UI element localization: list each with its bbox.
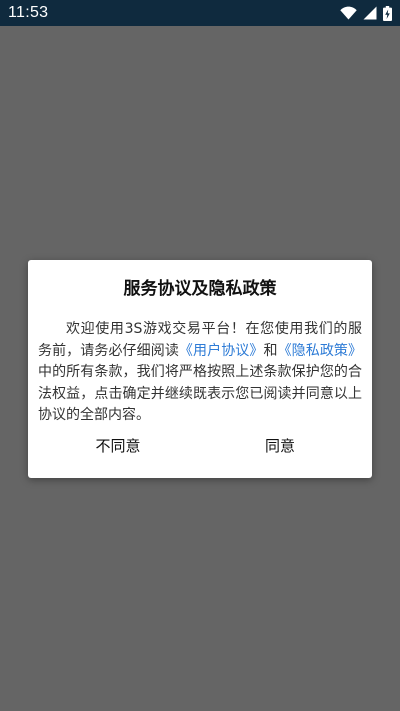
battery-charging-icon bbox=[383, 5, 392, 21]
wifi-icon bbox=[340, 6, 357, 20]
decline-button[interactable]: 不同意 bbox=[58, 433, 178, 459]
body-text-and: 和 bbox=[263, 342, 278, 359]
dialog-body: 欢迎使用3S游戏交易平台！在您使用我们的服务前，请务必仔细阅读《用户协议》和《隐… bbox=[38, 319, 362, 427]
user-agreement-link[interactable]: 《用户协议》 bbox=[179, 343, 264, 359]
status-icons bbox=[340, 5, 392, 21]
dialog-title: 服务协议及隐私政策 bbox=[123, 279, 277, 299]
status-time: 11:53 bbox=[8, 4, 49, 21]
signal-icon bbox=[363, 6, 377, 20]
privacy-policy-link[interactable]: 《隐私政策》 bbox=[278, 343, 362, 359]
agree-button[interactable]: 同意 bbox=[220, 433, 340, 459]
status-bar: 11:53 bbox=[0, 0, 400, 26]
body-text-rest: 中的所有条款，我们将严格按照上述条款保护您的合法权益，点击确定并继续既表示您已阅… bbox=[38, 364, 362, 423]
